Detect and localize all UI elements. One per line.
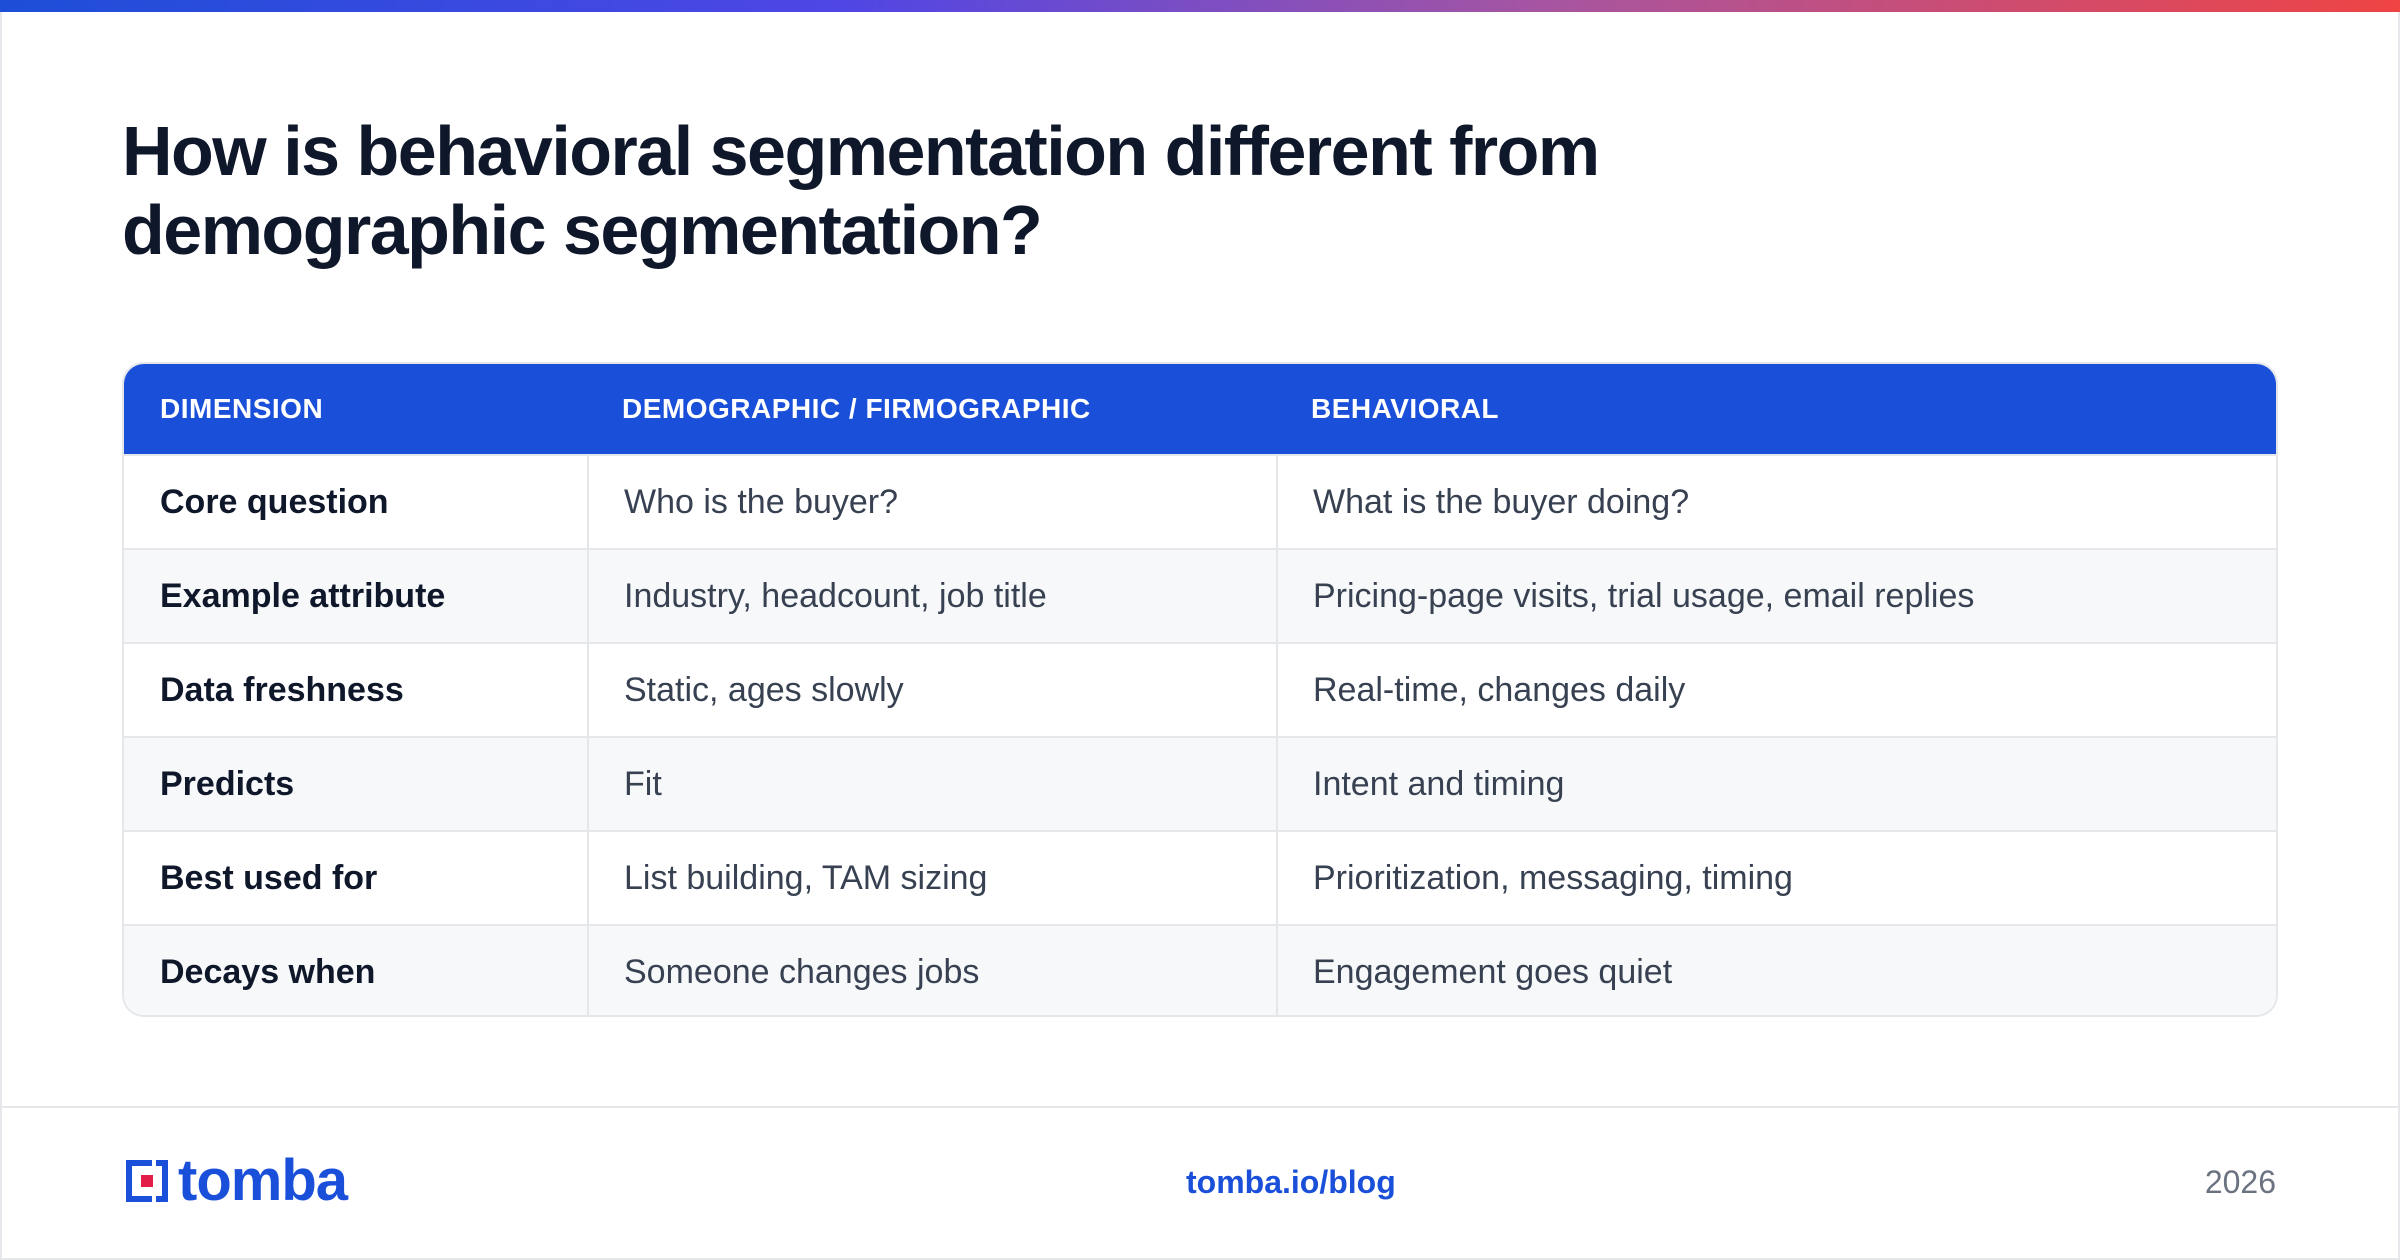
row-demographic: Static, ages slowly <box>624 671 904 709</box>
row-dimension: Example attribute <box>160 577 446 615</box>
header-behavioral: BEHAVIORAL <box>1311 393 1500 424</box>
blog-link[interactable]: tomba.io/blog <box>1186 1164 1396 1201</box>
row-demographic: Who is the buyer? <box>624 483 899 521</box>
table-row: Core question Who is the buyer? What is … <box>124 454 2276 548</box>
top-gradient-bar <box>0 0 2400 12</box>
column-divider <box>587 454 589 1015</box>
footer-divider <box>0 1106 2400 1108</box>
tomba-logo-icon <box>126 1160 168 1202</box>
row-dimension: Best used for <box>160 859 378 897</box>
header-demographic: DEMOGRAPHIC / FIRMOGRAPHIC <box>622 393 1091 424</box>
column-divider <box>1276 454 1278 1015</box>
logo-wordmark: tomba <box>178 1148 348 1213</box>
table-row: Best used for List building, TAM sizing … <box>124 830 2276 924</box>
row-dimension: Predicts <box>160 765 295 803</box>
header-dimension: DIMENSION <box>160 393 324 424</box>
table-row: Example attribute Industry, headcount, j… <box>124 548 2276 642</box>
row-demographic: Fit <box>624 765 662 803</box>
table-header: DIMENSION DEMOGRAPHIC / FIRMOGRAPHIC BEH… <box>124 364 2276 454</box>
row-dimension: Data freshness <box>160 671 404 709</box>
row-behavioral: What is the buyer doing? <box>1313 483 1690 521</box>
row-dimension: Core question <box>160 483 389 521</box>
page-title: How is behavioral segmentation different… <box>122 112 1600 269</box>
row-dimension: Decays when <box>160 953 376 991</box>
table-row: Decays when Someone changes jobs Engagem… <box>124 924 2276 1015</box>
table-row: Predicts Fit Intent and timing <box>124 736 2276 830</box>
row-behavioral: Pricing-page visits, trial usage, email … <box>1313 577 1975 615</box>
table-row: Data freshness Static, ages slowly Real-… <box>124 642 2276 736</box>
row-demographic: Industry, headcount, job title <box>624 577 1047 615</box>
footer-year: 2026 <box>2204 1164 2276 1200</box>
row-behavioral: Intent and timing <box>1313 765 1565 803</box>
row-behavioral: Prioritization, messaging, timing <box>1313 859 1793 897</box>
tomba-logo[interactable]: tomba <box>122 1148 348 1213</box>
comparison-table: DIMENSION DEMOGRAPHIC / FIRMOGRAPHIC BEH… <box>122 362 2278 1017</box>
row-demographic: Someone changes jobs <box>624 953 980 991</box>
row-demographic: List building, TAM sizing <box>624 859 988 897</box>
row-behavioral: Real-time, changes daily <box>1313 671 1686 709</box>
row-behavioral: Engagement goes quiet <box>1313 953 1673 991</box>
